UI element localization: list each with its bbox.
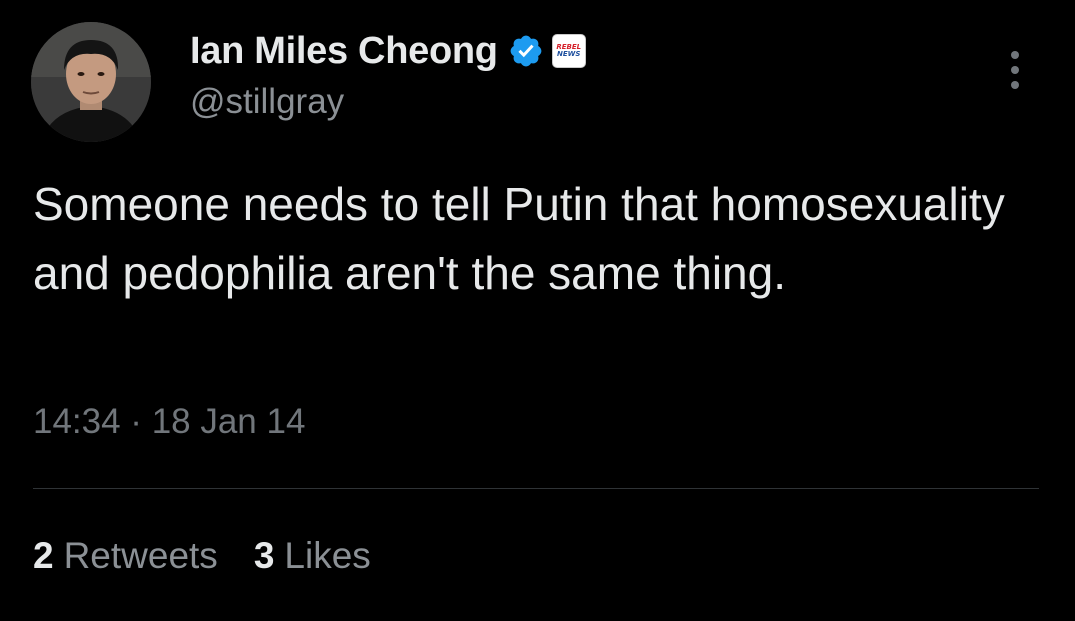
author-name-row: Ian Miles Cheong REBEL NEWS	[190, 28, 586, 74]
tweet-timestamp[interactable]: 14:34 · 18 Jan 14	[33, 402, 305, 442]
affiliate-badge-line2: NEWS	[556, 50, 581, 58]
more-options-icon[interactable]	[998, 48, 1032, 92]
author-handle[interactable]: @stillgray	[190, 82, 344, 122]
author-avatar[interactable]	[31, 22, 151, 142]
retweets-count: 2	[33, 535, 54, 576]
retweets-label: Retweets	[63, 535, 218, 576]
more-dot	[1011, 51, 1019, 59]
affiliate-badge-logo[interactable]: REBEL NEWS	[551, 34, 586, 68]
engagement-stats: 2 Retweets 3 Likes	[33, 535, 371, 577]
tweet-text: Someone needs to tell Putin that homosex…	[33, 178, 1005, 299]
likes-label: Likes	[284, 535, 371, 576]
divider	[33, 488, 1039, 489]
more-dot	[1011, 81, 1019, 89]
likes-stat[interactable]: 3 Likes	[254, 535, 371, 577]
retweets-stat[interactable]: 2 Retweets	[33, 535, 218, 577]
verified-badge-icon[interactable]	[508, 33, 544, 69]
likes-count: 3	[253, 535, 275, 576]
more-dot	[1011, 66, 1019, 74]
author-display-name[interactable]: Ian Miles Cheong	[190, 30, 498, 73]
avatar-image	[31, 22, 151, 142]
